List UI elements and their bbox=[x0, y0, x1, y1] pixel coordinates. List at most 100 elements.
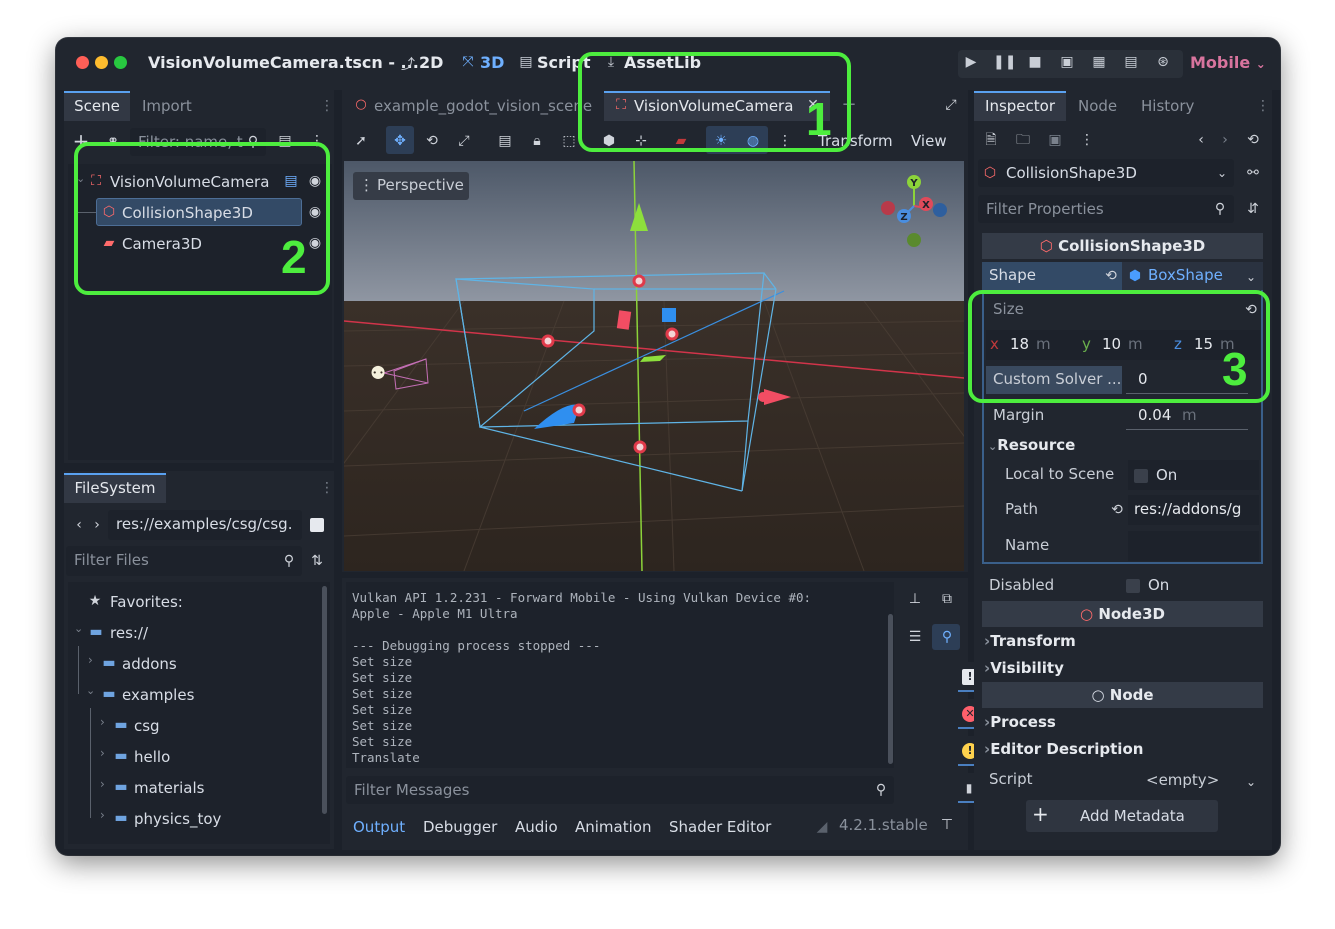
collapse-icon[interactable]: ☰ bbox=[906, 628, 924, 646]
perspective-menu[interactable]: ⋮ Perspective bbox=[353, 172, 469, 200]
forward-icon[interactable]: › bbox=[88, 516, 106, 534]
dock-menu-icon[interactable]: ⋮ bbox=[318, 97, 336, 115]
editor-description-section[interactable]: ›Editor Description bbox=[984, 740, 1143, 758]
chevron-right-icon[interactable]: › bbox=[100, 808, 105, 822]
filter-messages-input[interactable]: Filter Messages bbox=[346, 776, 894, 804]
group-icon[interactable]: ⬚ bbox=[560, 132, 578, 150]
chevron-down-icon: ⌄ bbox=[1255, 57, 1266, 71]
play-custom-scene-icon[interactable]: ▤ bbox=[1121, 54, 1141, 72]
margin-field[interactable]: 0.04 m bbox=[1126, 402, 1248, 430]
history-forward-icon[interactable]: › bbox=[1216, 131, 1234, 149]
tab-node[interactable]: Node bbox=[1078, 91, 1117, 121]
filesystem-path-input[interactable]: res://examples/csg/csg. bbox=[108, 510, 302, 540]
select-tool-icon[interactable]: ➚ bbox=[352, 132, 370, 150]
chevron-down-icon: ⌄ bbox=[1245, 775, 1257, 789]
chevron-down-icon[interactable]: ⌄ bbox=[74, 622, 83, 635]
add-metadata-button[interactable]: + Add Metadata bbox=[1026, 800, 1218, 832]
stop-icon[interactable]: ■ bbox=[1025, 54, 1045, 72]
3d-viewport[interactable]: ⚉ bbox=[344, 161, 964, 571]
bottom-tab-animation[interactable]: Animation bbox=[575, 812, 651, 842]
list-select-icon[interactable]: ▤ bbox=[496, 132, 514, 150]
bottom-tab-shader-editor[interactable]: Shader Editor bbox=[669, 812, 771, 842]
inspector-menu-icon[interactable]: ⋮ bbox=[1078, 131, 1096, 149]
filter-properties-input[interactable]: Filter Properties bbox=[978, 195, 1234, 223]
folder-csg[interactable]: csg bbox=[134, 717, 160, 735]
view-menu[interactable]: View bbox=[911, 126, 947, 156]
open-folder-icon[interactable]: 🗀︎ bbox=[1014, 131, 1032, 149]
history-back-icon[interactable]: ‹ bbox=[1192, 131, 1210, 149]
lock-icon[interactable]: 🔒︎ bbox=[528, 132, 546, 150]
play-icon[interactable]: ▶ bbox=[961, 54, 981, 72]
tab-history[interactable]: History bbox=[1141, 91, 1194, 121]
folder-addons[interactable]: addons bbox=[122, 655, 177, 673]
clear-output-icon[interactable]: ⊥ bbox=[906, 590, 924, 608]
resource-section[interactable]: ⌄Resource bbox=[988, 436, 1075, 454]
bottom-tab-audio[interactable]: Audio bbox=[515, 812, 558, 842]
folder-icon: ▬ bbox=[114, 810, 128, 826]
revert-icon[interactable]: ⟲ bbox=[1102, 267, 1120, 285]
play-scene-icon[interactable]: ▦ bbox=[1089, 54, 1109, 72]
mode-3d-button[interactable]: 3D bbox=[480, 53, 504, 72]
rotate-tool-icon[interactable]: ⟲ bbox=[423, 132, 441, 150]
maximize-window-button[interactable] bbox=[114, 56, 127, 69]
script-value[interactable]: <empty> bbox=[1146, 771, 1219, 789]
chevron-right-icon[interactable]: › bbox=[88, 653, 93, 667]
sort-icon[interactable]: ⇅ bbox=[308, 552, 326, 570]
new-resource-icon[interactable]: 🗎︎ bbox=[982, 131, 1000, 149]
movie-maker-icon[interactable]: ⊛ bbox=[1153, 54, 1173, 72]
local-to-scene-checkbox[interactable]: On bbox=[1128, 460, 1259, 490]
filesystem-filter-input[interactable]: Filter Files bbox=[66, 546, 302, 576]
name-field[interactable] bbox=[1128, 531, 1259, 561]
toggle-split-icon[interactable] bbox=[310, 518, 324, 532]
tab-import[interactable]: Import bbox=[142, 91, 192, 121]
renderer-select[interactable]: Mobile ⌄ bbox=[1190, 53, 1266, 72]
distraction-free-icon[interactable]: ⤢ bbox=[942, 96, 960, 114]
chevron-down-icon[interactable]: ⌄ bbox=[86, 684, 95, 697]
transform-section[interactable]: ›Transform bbox=[984, 632, 1076, 650]
path-field[interactable]: res://addons/g bbox=[1128, 495, 1259, 525]
bottom-tab-debugger[interactable]: Debugger bbox=[423, 812, 497, 842]
mode-2d-button[interactable]: 2D bbox=[419, 53, 443, 72]
move-tool-icon[interactable]: ✥ bbox=[391, 132, 409, 150]
minimize-window-button[interactable] bbox=[95, 56, 108, 69]
remote-debug-icon[interactable]: ▣ bbox=[1057, 54, 1077, 72]
axis-gizmo[interactable]: Y X Z bbox=[874, 170, 956, 252]
disabled-checkbox[interactable]: On bbox=[1126, 576, 1169, 594]
tab-filesystem[interactable]: FileSystem bbox=[64, 473, 166, 503]
tab-scene[interactable]: Scene bbox=[64, 91, 130, 121]
folder-hello[interactable]: hello bbox=[134, 748, 170, 766]
dock-menu-icon[interactable]: ⋮ bbox=[318, 479, 336, 497]
folder-examples[interactable]: examples bbox=[122, 686, 194, 704]
scale-tool-icon[interactable]: ⤢ bbox=[455, 132, 473, 150]
visibility-section[interactable]: ›Visibility bbox=[984, 659, 1064, 677]
object-properties-icon[interactable]: ⚯ bbox=[1244, 164, 1262, 182]
folder-physics-toy[interactable]: physics_toy bbox=[134, 810, 221, 828]
folder-materials[interactable]: materials bbox=[134, 779, 204, 797]
output-scrollbar[interactable] bbox=[888, 614, 893, 764]
pause-icon[interactable]: ❚❚ bbox=[993, 54, 1016, 72]
chevron-down-icon: ⌄ bbox=[1216, 166, 1228, 180]
node-selector[interactable]: CollisionShape3D bbox=[978, 159, 1234, 187]
tab-inspector[interactable]: Inspector bbox=[974, 91, 1066, 121]
expand-panel-icon[interactable]: ⊤ bbox=[938, 816, 956, 834]
scene-tab-icon: ○ bbox=[355, 97, 367, 112]
chevron-right-icon[interactable]: › bbox=[100, 777, 105, 791]
save-icon[interactable]: ▣ bbox=[1046, 131, 1064, 149]
chevron-right-icon[interactable]: › bbox=[100, 746, 105, 760]
revert-icon[interactable]: ⟲ bbox=[1108, 501, 1126, 519]
folder-res[interactable]: res:// bbox=[110, 624, 148, 642]
version-label: 4.2.1.stable bbox=[839, 816, 928, 834]
dock-menu-icon[interactable]: ⋮ bbox=[1254, 97, 1272, 115]
process-section[interactable]: ›Process bbox=[984, 713, 1056, 731]
close-window-button[interactable] bbox=[76, 56, 89, 69]
back-icon[interactable]: ‹ bbox=[70, 516, 88, 534]
scrollbar[interactable] bbox=[322, 586, 327, 814]
copy-icon[interactable]: ⧉ bbox=[938, 590, 956, 608]
property-settings-icon[interactable]: ⇵ bbox=[1244, 200, 1262, 218]
search-icon[interactable]: ⚲ bbox=[938, 628, 956, 646]
folder-icon: ▬ bbox=[102, 686, 116, 702]
history-icon[interactable]: ⟲ bbox=[1244, 131, 1262, 149]
tab-example-godot-vision-scene[interactable]: example_godot_vision_scene bbox=[374, 91, 602, 121]
chevron-right-icon[interactable]: › bbox=[100, 715, 105, 729]
bottom-tab-output[interactable]: Output bbox=[353, 812, 405, 842]
